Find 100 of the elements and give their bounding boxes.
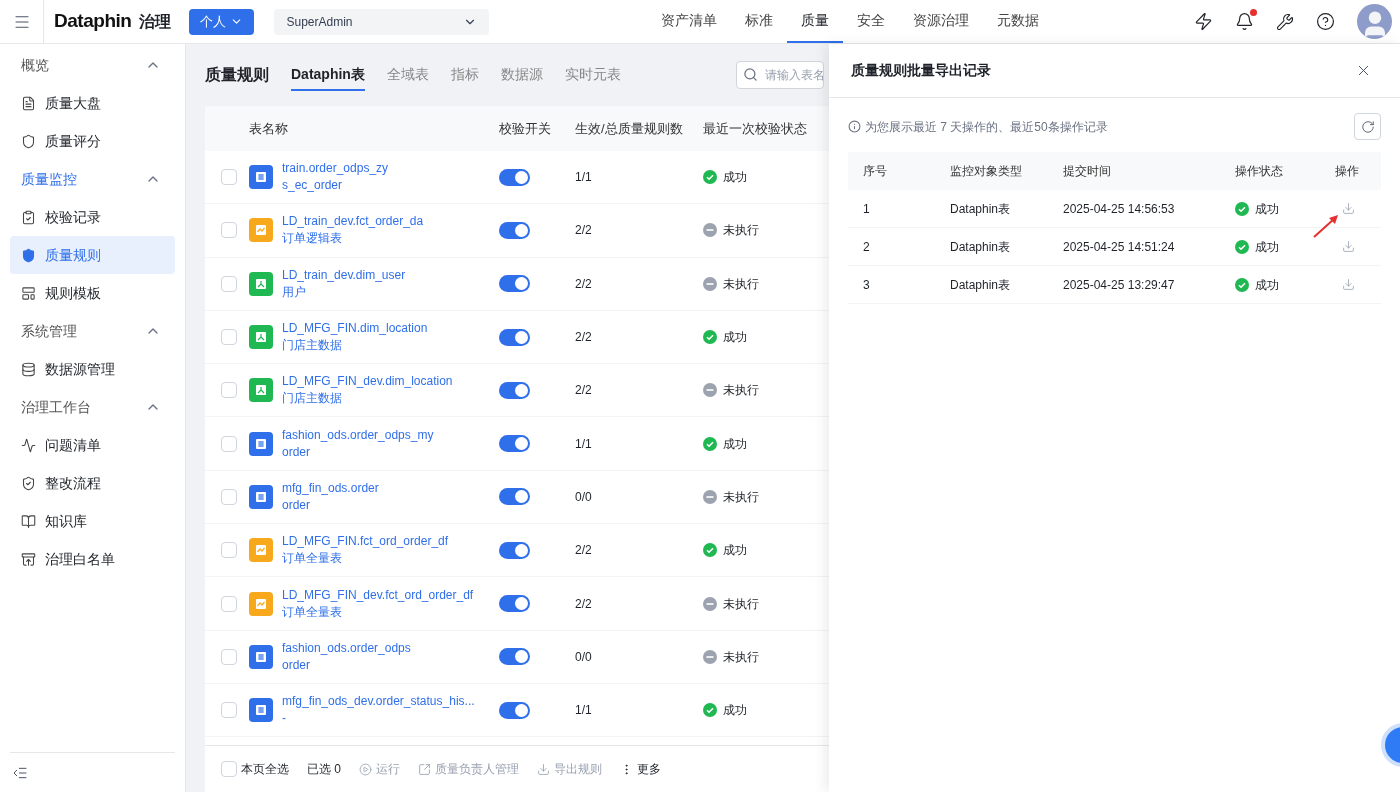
select-all-label[interactable]: 本页全选 xyxy=(241,760,289,778)
scope-dropdown[interactable]: 个人 xyxy=(189,8,255,35)
table-alias: 门店主数据 xyxy=(282,390,343,408)
status-text: 成功 xyxy=(723,435,747,453)
table-name-link[interactable]: LD_train_dev.dim_user xyxy=(282,266,406,284)
checkbox[interactable] xyxy=(221,648,237,665)
table-name-link[interactable]: mfg_fin_ods.order xyxy=(282,479,379,497)
sidebar-group-header[interactable]: 系统管理 xyxy=(0,312,185,350)
table-name-link[interactable]: train.order_odps_zy xyxy=(282,160,389,178)
column-header: 生效/总质量规则数 xyxy=(575,119,684,138)
table-alias: 订单全量表 xyxy=(282,550,343,568)
checkbox[interactable] xyxy=(221,329,237,346)
toggle-switch[interactable] xyxy=(499,648,530,666)
toggle-switch[interactable] xyxy=(499,488,530,506)
table-name-link[interactable]: LD_train_dev.fct_order_da xyxy=(282,213,424,231)
table-alias: s_ec_order xyxy=(282,177,344,195)
status-text: 成功 xyxy=(1255,200,1279,218)
toggle-switch[interactable] xyxy=(499,701,530,719)
download-icon[interactable] xyxy=(1342,240,1355,253)
table-cell-text: Dataphin表 xyxy=(950,200,1012,218)
checkbox[interactable] xyxy=(221,275,237,292)
toggle-switch[interactable] xyxy=(499,221,530,239)
bell-icon[interactable] xyxy=(1235,12,1254,31)
annotation-arrow xyxy=(1312,213,1340,239)
sidebar-item[interactable]: 整改流程 xyxy=(10,464,175,502)
column-header: 操作 xyxy=(1335,163,1359,180)
nav-tab[interactable]: 资产清单 xyxy=(647,0,732,43)
status-text: 成功 xyxy=(1255,276,1279,294)
table-alias: 用户 xyxy=(282,283,307,301)
table-name-link[interactable]: LD_MFG_FIN_dev.fct_ord_order_df xyxy=(282,586,474,604)
sidebar-item[interactable]: 质量大盘 xyxy=(10,84,175,122)
toggle-switch[interactable] xyxy=(499,275,530,293)
sidebar-item[interactable]: 数据源管理 xyxy=(10,350,175,388)
sidebar-group-header[interactable]: 概览 xyxy=(0,46,185,84)
column-header: 序号 xyxy=(863,163,888,180)
table-cell-text: 2025-04-25 14:51:24 xyxy=(1063,238,1176,256)
status-text: 成功 xyxy=(723,702,747,720)
column-header: 最近一次校验状态 xyxy=(703,119,808,138)
table-name-link[interactable]: fashion_ods.order_odps xyxy=(282,639,411,657)
checkbox[interactable] xyxy=(221,435,237,452)
table-cell-text: 2/2 xyxy=(575,542,593,560)
table-cell-text: 2/2 xyxy=(575,329,593,347)
toggle-switch[interactable] xyxy=(499,381,530,399)
table-cell-text: 0/0 xyxy=(575,648,593,666)
toggle-switch[interactable] xyxy=(499,328,530,346)
checkbox[interactable] xyxy=(221,542,237,559)
avatar[interactable] xyxy=(1357,4,1392,39)
sidebar-group-header[interactable]: 治理工作台 xyxy=(0,388,185,426)
sidebar-item[interactable]: 质量评分 xyxy=(10,122,175,160)
toggle-switch[interactable] xyxy=(499,435,530,453)
nav-tab[interactable]: 元数据 xyxy=(983,0,1054,43)
document-icon xyxy=(21,95,36,111)
nav-tab[interactable]: 标准 xyxy=(731,0,788,43)
toggle-switch[interactable] xyxy=(499,541,530,559)
checkbox[interactable] xyxy=(221,761,237,777)
help-icon[interactable] xyxy=(1316,12,1335,31)
clipboard-icon xyxy=(21,209,36,225)
sidebar-item[interactable]: 校验记录 xyxy=(10,198,175,236)
shield-icon xyxy=(21,247,36,263)
lightning-icon[interactable] xyxy=(1194,12,1213,31)
sidebar-item[interactable]: 治理白名单 xyxy=(10,540,175,578)
nav-tab[interactable]: 安全 xyxy=(843,0,900,43)
table-name-link[interactable]: LD_MFG_FIN.fct_ord_order_df xyxy=(282,533,449,551)
product-name: 治理 xyxy=(139,11,172,32)
sidebar-item[interactable]: 规则模板 xyxy=(10,274,175,312)
page-title: 质量规则 xyxy=(205,65,269,85)
checkbox[interactable] xyxy=(221,222,237,239)
table-name-link[interactable]: fashion_ods.order_odps_my xyxy=(282,426,434,444)
logo[interactable]: Dataphin xyxy=(54,7,132,36)
toggle-switch[interactable] xyxy=(499,595,530,612)
status-text: 未执行 xyxy=(723,222,759,240)
wrench-icon[interactable] xyxy=(1276,12,1294,31)
table-name-link[interactable]: LD_MFG_FIN.dim_location xyxy=(282,320,428,338)
table-cell-text: Dataphin表 xyxy=(950,238,1012,256)
status-text: 未执行 xyxy=(723,382,759,400)
checkbox[interactable] xyxy=(221,169,237,186)
sidebar-group-header[interactable]: 质量监控 xyxy=(0,160,185,198)
table-cell-text: 2/2 xyxy=(575,222,593,240)
table-name-link[interactable]: LD_MFG_FIN_dev.dim_location xyxy=(282,373,453,391)
nav-tab[interactable]: 资源治理 xyxy=(899,0,984,43)
table-name-link[interactable]: mfg_fin_ods_dev.order_status_his... xyxy=(282,693,475,711)
table-cell-text: 2/2 xyxy=(575,382,593,400)
refresh-button[interactable] xyxy=(1354,113,1381,140)
sidebar-item[interactable]: 质量规则 xyxy=(10,236,175,274)
checkbox[interactable] xyxy=(221,702,237,719)
sidebar-item[interactable]: 问题清单 xyxy=(10,426,175,464)
search-field[interactable]: 请输入表名 xyxy=(735,61,824,89)
sidebar-item[interactable]: 知识库 xyxy=(10,502,175,540)
checkbox[interactable] xyxy=(221,595,237,612)
table-cell-text: 1 xyxy=(863,200,871,218)
download-icon[interactable] xyxy=(1342,202,1355,215)
toggle-switch[interactable] xyxy=(499,168,530,186)
toolbar-button[interactable]: 更多 xyxy=(620,760,661,778)
tenant-select[interactable]: SuperAdmin xyxy=(274,8,490,35)
archive-icon xyxy=(21,551,36,567)
download-icon[interactable] xyxy=(1342,278,1355,291)
checkbox[interactable] xyxy=(221,488,237,505)
checkbox[interactable] xyxy=(221,382,237,399)
play-icon xyxy=(359,762,372,776)
tab[interactable]: Dataphin表 xyxy=(291,59,365,91)
